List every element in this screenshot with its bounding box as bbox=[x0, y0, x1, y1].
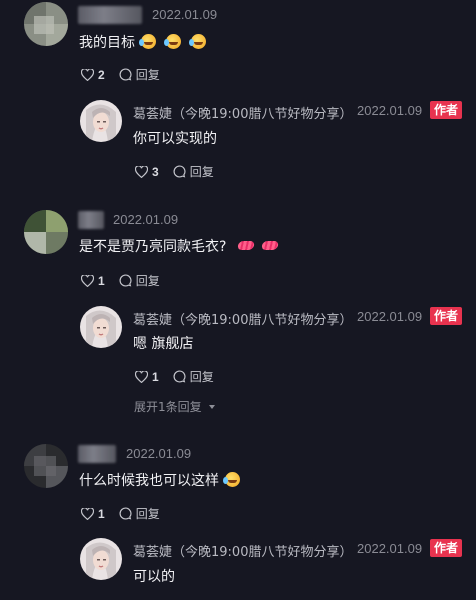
reply-text: 可以的 bbox=[133, 569, 175, 585]
author-name[interactable]: 葛荟婕（今晚19:00腊八节好物分享） bbox=[133, 309, 352, 328]
comment-actions: 2 回复 bbox=[81, 66, 174, 83]
reply-button[interactable]: 回复 bbox=[119, 505, 160, 522]
heart-outline-icon bbox=[81, 68, 94, 81]
comment-text-body: 是不是贾乃亮同款毛衣? bbox=[79, 239, 227, 255]
caret-down-icon bbox=[209, 405, 216, 409]
comment-text: 什么时候我也可以这样 bbox=[79, 470, 240, 490]
reply-label: 回复 bbox=[189, 165, 214, 179]
laughing-tears-emoji-icon bbox=[223, 472, 240, 487]
reply-button[interactable]: 回复 bbox=[173, 368, 214, 385]
author-avatar[interactable] bbox=[80, 306, 122, 348]
speech-bubble-icon bbox=[173, 165, 186, 178]
reply-actions: 1 回复 bbox=[135, 368, 228, 385]
laughing-tears-emoji-icon bbox=[189, 34, 206, 49]
commenter-name-obscured[interactable] bbox=[78, 6, 142, 24]
heart-outline-icon bbox=[135, 370, 148, 383]
reply-button[interactable]: 回复 bbox=[119, 272, 160, 289]
like-count: 2 bbox=[98, 67, 105, 82]
author-name[interactable]: 葛荟婕（今晚19:00腊八节好物分享） bbox=[133, 541, 352, 560]
lips-emoji-icon bbox=[237, 241, 256, 250]
author-badge: 作者 bbox=[430, 539, 463, 557]
commenter-avatar[interactable] bbox=[24, 444, 68, 488]
comment-actions: 1 回复 bbox=[81, 505, 174, 522]
author-name[interactable]: 葛荟婕（今晚19:00腊八节好物分享） bbox=[133, 103, 352, 122]
comment-date: 2022.01.09 bbox=[113, 212, 179, 227]
commenter-avatar[interactable] bbox=[24, 210, 68, 254]
comment-date: 2022.01.09 bbox=[152, 7, 218, 22]
like-count: 1 bbox=[98, 506, 105, 521]
like-button[interactable]: 1 bbox=[135, 370, 159, 384]
speech-bubble-icon bbox=[119, 68, 132, 81]
like-count: 1 bbox=[98, 273, 105, 288]
laughing-tears-emoji-icon bbox=[164, 34, 181, 49]
author-avatar[interactable] bbox=[80, 538, 122, 580]
comment-text-body: 什么时候我也可以这样 bbox=[79, 473, 219, 489]
laughing-tears-emoji-icon bbox=[139, 34, 156, 49]
speech-bubble-icon bbox=[173, 370, 186, 383]
like-button[interactable]: 3 bbox=[135, 165, 159, 179]
comment-actions: 1 回复 bbox=[81, 272, 174, 289]
reply-label: 回复 bbox=[135, 507, 160, 521]
like-count: 1 bbox=[152, 369, 159, 384]
heart-outline-icon bbox=[81, 274, 94, 287]
reply-button[interactable]: 回复 bbox=[119, 66, 160, 83]
commenter-avatar[interactable] bbox=[24, 2, 68, 46]
reply-label: 回复 bbox=[189, 370, 214, 384]
comment-text-body: 我的目标 bbox=[79, 35, 135, 51]
heart-outline-icon bbox=[81, 507, 94, 520]
reply-label: 回复 bbox=[135, 274, 160, 288]
reply-button[interactable]: 回复 bbox=[173, 163, 214, 180]
expand-replies-label: 展开1条回复 bbox=[134, 400, 202, 414]
author-badge: 作者 bbox=[430, 101, 463, 119]
reply-label: 回复 bbox=[135, 68, 160, 82]
speech-bubble-icon bbox=[119, 274, 132, 287]
comment-text: 是不是贾乃亮同款毛衣? bbox=[79, 236, 280, 256]
reply-date: 2022.01.09 bbox=[357, 103, 423, 118]
comment-date: 2022.01.09 bbox=[126, 446, 192, 461]
lips-emoji-icon bbox=[261, 241, 280, 250]
expand-replies-button[interactable]: 展开1条回复 bbox=[134, 398, 216, 415]
reply-text: 你可以实现的 bbox=[133, 131, 217, 147]
reply-actions: 3 回复 bbox=[135, 163, 228, 180]
like-count: 3 bbox=[152, 164, 159, 179]
author-badge: 作者 bbox=[430, 307, 463, 325]
speech-bubble-icon bbox=[119, 507, 132, 520]
comment-text: 我的目标 bbox=[79, 32, 206, 52]
reply-date: 2022.01.09 bbox=[357, 541, 423, 556]
commenter-name-obscured[interactable] bbox=[78, 211, 104, 229]
heart-outline-icon bbox=[135, 165, 148, 178]
commenter-name-obscured[interactable] bbox=[78, 445, 116, 463]
reply-date: 2022.01.09 bbox=[357, 309, 423, 324]
reply-text: 嗯 旗舰店 bbox=[133, 336, 194, 352]
like-button[interactable]: 2 bbox=[81, 68, 105, 82]
like-button[interactable]: 1 bbox=[81, 507, 105, 521]
author-avatar[interactable] bbox=[80, 100, 122, 142]
like-button[interactable]: 1 bbox=[81, 274, 105, 288]
